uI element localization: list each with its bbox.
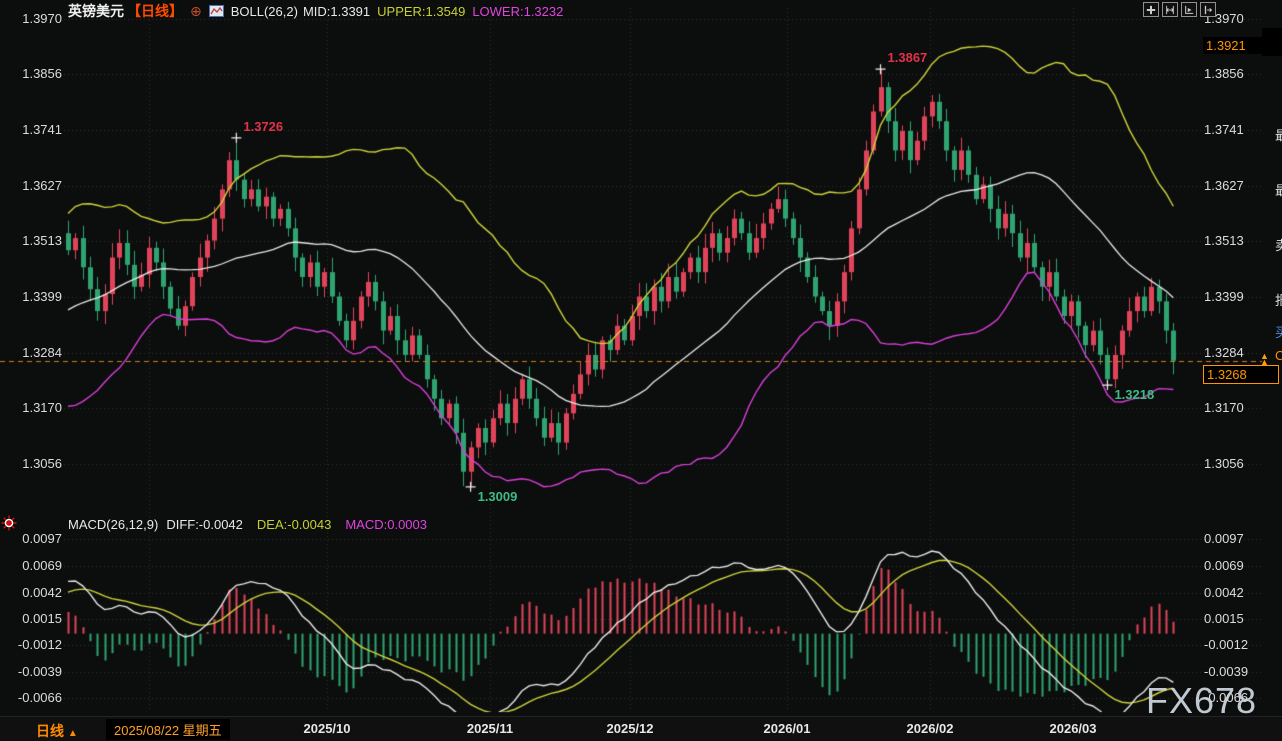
start-date-label: 2025/08/22 星期五 (106, 719, 230, 740)
month-tick-label: 2026/01 (763, 721, 811, 736)
price-pane-header: 英镑美元 【日线】 ⊕ BOLL(26,2) MID:1.3391 UPPER:… (68, 2, 563, 20)
price-tick-label: 1.3399 (22, 288, 62, 304)
price-tick-label: 1.3856 (22, 66, 62, 82)
macd-tick-label: 0.0015 (22, 611, 62, 626)
price-annotation: 1.3726 (243, 118, 284, 134)
watermark: FX678 (1146, 680, 1258, 721)
macd-tick-label: -0.0012 (1204, 637, 1249, 653)
side-panel-item: 最 (1275, 128, 1282, 143)
month-tick-label: 2026/02 (906, 721, 954, 736)
chart-canvas[interactable] (0, 0, 1282, 741)
chart-toolbar (1143, 2, 1216, 17)
side-panel-item: 卖 (1275, 238, 1282, 253)
price-tick-label: 1.3627 (22, 177, 62, 193)
macd-dea-value: DEA:-0.0043 (256, 516, 332, 532)
price-tick-label: 1.3856 (1204, 66, 1244, 82)
price-tick-label: 1.3056 (22, 455, 62, 471)
price-tick-label: 1.3284 (22, 344, 62, 360)
macd-tick-label: 0.0042 (1204, 584, 1244, 600)
price-tick-label: 1.3970 (22, 11, 62, 26)
price-annotation: 1.3867 (887, 50, 928, 66)
price-tick-label: 1.3513 (1204, 233, 1244, 249)
macd-tick-label: 0.0097 (1204, 530, 1244, 546)
instrument-name: 英镑美元 (68, 3, 124, 19)
price-tick-label: 1.3056 (1204, 455, 1244, 471)
macd-tick-label: 0.0042 (22, 584, 62, 600)
collapsed-side-panel[interactable]: 最最卖报买C (1262, 0, 1282, 716)
period-selector[interactable]: 日线 ▲ (36, 721, 78, 741)
macd-tick-label: -0.0066 (17, 690, 62, 706)
auto-scale-icon[interactable] (1181, 2, 1197, 17)
side-panel-item: 最 (1275, 183, 1282, 198)
macd-formula: MACD(26,12,9) (68, 516, 159, 532)
period-tag: 【日线】 (127, 3, 183, 19)
price-tick-label: 1.3741 (22, 122, 62, 138)
macd-tick-label: 0.0015 (1204, 611, 1244, 626)
trading-chart-window: 英镑美元 【日线】 ⊕ BOLL(26,2) MID:1.3391 UPPER:… (0, 0, 1282, 741)
period-up-arrow-icon: ▲ (67, 728, 78, 739)
macd-hist-value: MACD:0.0003 (345, 516, 427, 532)
price-annotation: 1.3218 (1114, 387, 1155, 403)
price-tick-label: 1.3513 (22, 233, 62, 249)
side-panel-item: C (1275, 348, 1282, 363)
price-tick-label: 1.3170 (1204, 400, 1244, 416)
macd-tick-label: -0.0012 (17, 637, 62, 653)
side-panel-item: 买 (1275, 325, 1282, 340)
time-axis-bar: 日线 ▲ 2025/08/22 星期五 2025/10 2025/11 2025/1… (0, 716, 1282, 741)
macd-diff-value: DIFF:-0.0042 (166, 516, 243, 532)
month-tick-label: 2025/11 (466, 721, 514, 736)
macd-tick-label: -0.0039 (1204, 663, 1249, 679)
price-tick-label: 1.3627 (1204, 177, 1244, 193)
price-tick-label: 1.3399 (1204, 288, 1244, 304)
macd-tick-label: 0.0069 (1204, 558, 1244, 574)
move-tool-icon[interactable] (1143, 2, 1159, 17)
month-tick-label: 2026/03 (1049, 721, 1097, 736)
price-tick-label: 1.3284 (1204, 344, 1244, 360)
price-tick-label: 1.3741 (1204, 122, 1244, 138)
macd-tick-label: 0.0069 (22, 558, 62, 574)
price-annotation: 1.3009 (477, 488, 518, 504)
month-tick-label: 2025/10 (303, 721, 351, 736)
side-panel-block (1262, 28, 1282, 56)
boll-lower-value: LOWER:1.3232 (472, 3, 564, 19)
month-tick-label: 2025/12 (606, 721, 654, 736)
macd-tick-label: -0.0039 (17, 663, 62, 679)
burst-icon[interactable] (0, 514, 18, 537)
macd-pane-header: MACD(26,12,9) DIFF:-0.0042 DEA:-0.0043 M… (68, 516, 427, 532)
fit-width-icon[interactable] (1162, 2, 1178, 17)
boll-label: BOLL(26,2) (230, 3, 298, 19)
collapse-circle-icon[interactable]: ⊕ (190, 4, 202, 18)
side-panel-item: 报 (1275, 293, 1282, 308)
pan-right-icon[interactable] (1200, 2, 1216, 17)
boll-upper-value: UPPER:1.3549 (377, 3, 466, 19)
boll-mid-value: MID:1.3391 (302, 3, 371, 19)
mini-chart-icon[interactable] (208, 5, 224, 17)
price-tick-label: 1.3170 (22, 400, 62, 416)
